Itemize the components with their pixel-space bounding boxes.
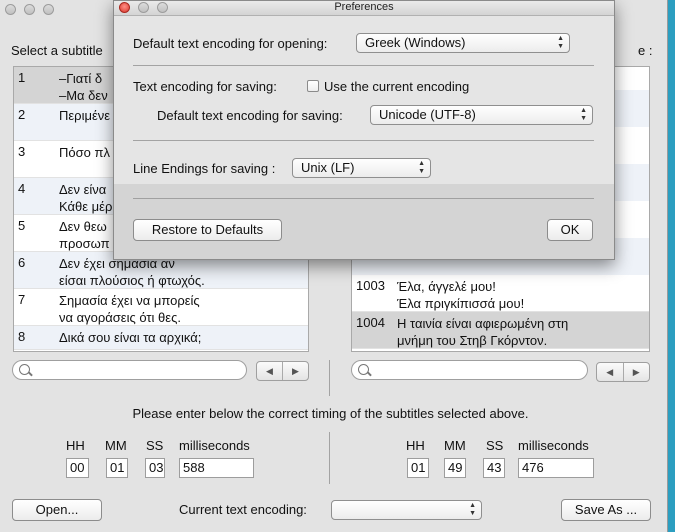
right-search-input[interactable]	[351, 360, 588, 380]
restore-defaults-button[interactable]: Restore to Defaults	[133, 219, 282, 241]
popup-arrows-icon: ▲ ▼	[469, 502, 476, 517]
row-number: 5	[18, 218, 26, 233]
main-window-controls	[5, 4, 54, 15]
right-hh-field[interactable]: 01	[407, 458, 429, 478]
current-encoding-popup[interactable]: ▲ ▼	[331, 500, 482, 520]
row-text: Περιμένε	[59, 108, 111, 123]
timing-divider	[329, 432, 330, 484]
row-number: 2	[18, 107, 26, 122]
preferences-button-area: Restore to Defaults OK	[114, 184, 614, 259]
row-text: Δικά σου είναι τα αρχικά;	[59, 330, 202, 345]
minimize-icon[interactable]	[24, 4, 35, 15]
row-text: –Γιατί δ –Μα δεν	[59, 71, 108, 103]
row-text: Η ταινία είναι αφιερωμένη στη μνήμη του …	[397, 316, 569, 348]
row-number: 1003	[356, 278, 385, 293]
right-mm-field[interactable]: 49	[444, 458, 466, 478]
list-item[interactable]: 1003 Έλα, άγγελέ μου! Έλα πριγκίπισσά μο…	[352, 275, 649, 312]
row-text: Πόσο πλ	[59, 145, 110, 160]
line-endings-value: Unix (LF)	[301, 160, 355, 175]
preferences-window-controls	[119, 2, 168, 13]
row-number: 4	[18, 181, 26, 196]
minimize-icon[interactable]	[138, 2, 149, 13]
preferences-titlebar: Preferences	[114, 1, 614, 16]
separator	[133, 65, 594, 66]
ss-label: SS	[146, 438, 164, 453]
opening-encoding-value: Greek (Windows)	[365, 35, 466, 50]
search-icon	[358, 364, 369, 375]
open-button[interactable]: Open...	[12, 499, 102, 521]
opening-encoding-label: Default text encoding for opening:	[133, 36, 328, 51]
left-hh-field[interactable]: 00	[66, 458, 89, 478]
previous-arrow-icon[interactable]: ◀	[257, 362, 282, 380]
row-text: Σημασία έχει να μπορείς να αγοράσεις ότι…	[59, 293, 200, 325]
row-text: Δεν έχει σημασία αν είσαι πλούσιος ή φτω…	[59, 256, 205, 288]
ok-button[interactable]: OK	[547, 219, 593, 241]
list-item[interactable]: 1004 Η ταινία είναι αφιερωμένη στη μνήμη…	[352, 312, 649, 349]
next-arrow-icon[interactable]: ▶	[622, 363, 650, 381]
default-saving-encoding-label: Default text encoding for saving:	[157, 108, 343, 123]
row-number: 1004	[356, 315, 385, 330]
list-item[interactable]: 8 Δικά σου είναι τα αρχικά;	[14, 326, 308, 350]
preferences-window: Preferences Default text encoding for op…	[113, 0, 615, 260]
line-endings-popup[interactable]: Unix (LF) ▲ ▼	[292, 158, 431, 178]
mm-label: MM	[105, 438, 127, 453]
use-current-encoding-label: Use the current encoding	[324, 79, 470, 94]
separator	[133, 198, 594, 199]
hh-label: HH	[406, 438, 425, 453]
previous-arrow-icon[interactable]: ◀	[597, 363, 623, 381]
right-navigation-segment[interactable]: ◀ ▶	[596, 362, 650, 382]
preferences-title: Preferences	[334, 1, 394, 13]
row-text: Δεν θεω προσωπ	[59, 219, 110, 251]
close-icon[interactable]	[5, 4, 16, 15]
left-list-heading: Select a subtitle	[11, 43, 103, 58]
left-ss-field[interactable]: 03	[145, 458, 165, 478]
row-text: Έλα, άγγελέ μου! Έλα πριγκίπισσά μου!	[397, 279, 525, 311]
ss-label: SS	[486, 438, 504, 453]
save-as-button[interactable]: Save As ...	[561, 499, 651, 521]
zoom-icon[interactable]	[43, 4, 54, 15]
mm-label: MM	[444, 438, 466, 453]
search-icon	[19, 364, 30, 375]
row-number: 1	[18, 70, 26, 85]
left-ms-field[interactable]: 588	[179, 458, 254, 478]
use-current-encoding-checkbox[interactable]	[307, 80, 319, 92]
row-number: 7	[18, 292, 26, 307]
current-encoding-label: Current text encoding:	[179, 502, 307, 517]
timing-instruction: Please enter below the correct timing of…	[132, 406, 529, 421]
hh-label: HH	[66, 438, 85, 453]
line-endings-label: Line Endings for saving :	[133, 161, 276, 176]
default-saving-encoding-value: Unicode (UTF-8)	[379, 107, 476, 122]
close-icon[interactable]	[119, 2, 130, 13]
milliseconds-label: milliseconds	[179, 438, 250, 453]
popup-arrows-icon: ▲ ▼	[557, 35, 564, 50]
default-saving-encoding-popup[interactable]: Unicode (UTF-8) ▲ ▼	[370, 105, 593, 125]
popup-arrows-icon: ▲ ▼	[418, 160, 425, 175]
saving-encoding-label: Text encoding for saving:	[133, 79, 277, 94]
column-divider	[329, 360, 330, 396]
milliseconds-label: milliseconds	[518, 438, 589, 453]
row-number: 6	[18, 255, 26, 270]
separator	[133, 140, 594, 141]
right-ss-field[interactable]: 43	[483, 458, 505, 478]
left-search-input[interactable]	[12, 360, 247, 380]
right-ms-field[interactable]: 476	[518, 458, 594, 478]
row-number: 8	[18, 329, 26, 344]
popup-arrows-icon: ▲ ▼	[580, 107, 587, 122]
left-mm-field[interactable]: 01	[106, 458, 128, 478]
row-text: Δεν είνα Κάθε μέρ	[59, 182, 113, 214]
right-list-heading: e :	[638, 43, 653, 58]
zoom-icon[interactable]	[157, 2, 168, 13]
list-item[interactable]: 7 Σημασία έχει να μπορείς να αγοράσεις ό…	[14, 289, 308, 326]
next-arrow-icon[interactable]: ▶	[282, 362, 308, 380]
row-number: 3	[18, 144, 26, 159]
left-navigation-segment[interactable]: ◀ ▶	[256, 361, 309, 381]
opening-encoding-popup[interactable]: Greek (Windows) ▲ ▼	[356, 33, 570, 53]
